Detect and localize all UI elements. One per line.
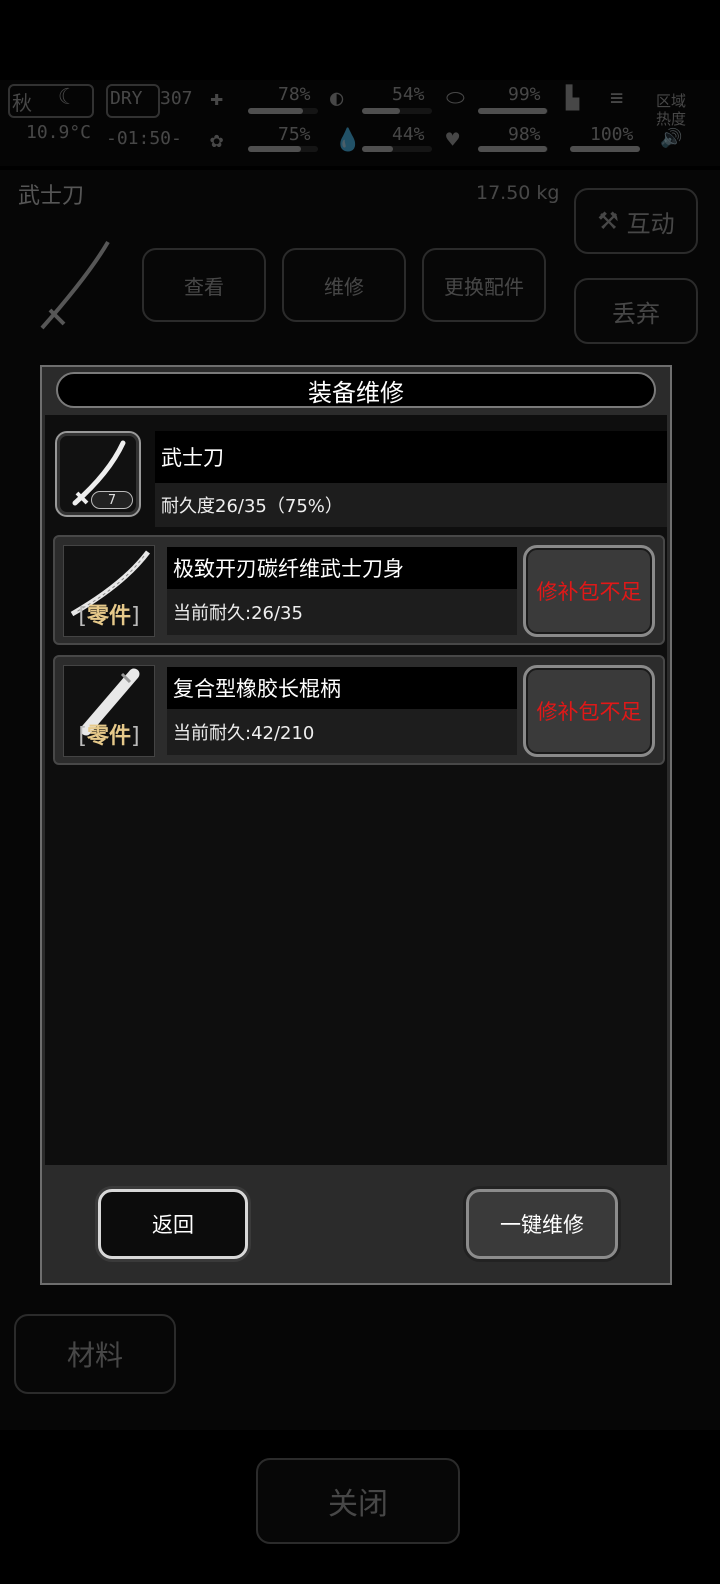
water-icon: 💧 <box>334 128 362 153</box>
bg-material-tab: 材料 <box>14 1314 176 1394</box>
stat-stamina: 100% <box>590 124 634 145</box>
repair-part-button[interactable]: 修补包不足 <box>523 545 655 637</box>
part-name: 复合型橡胶长棍柄 <box>167 667 517 709</box>
status-bar <box>0 0 720 80</box>
brain-icon: ✿ <box>210 128 224 153</box>
stat-thirst: 44% <box>392 124 425 145</box>
stat-heart: 98% <box>508 124 541 145</box>
bg-item-weight: 17.50 kg <box>476 182 560 204</box>
bg-repair-button: 维修 <box>282 248 406 322</box>
bg-close-button: 关闭 <box>256 1458 460 1544</box>
repair-dialog: 装备维修 7 武士刀 耐久度26/35（75%） [零件] 极致开刃碳纤维武士刀… <box>40 365 672 1285</box>
heart-icon: ♥ <box>446 128 460 153</box>
moon-icon: ☾ <box>58 85 72 110</box>
season-label: 秋 <box>12 91 32 115</box>
stat-hunger: 54% <box>392 84 425 105</box>
bg-interact-button: ⚒ 互动 <box>574 188 698 254</box>
speaker-icon: 🔊 <box>660 128 683 149</box>
part-name: 极致开刃碳纤维武士刀身 <box>167 547 517 589</box>
item-name: 武士刀 <box>155 431 667 483</box>
bg-item-name: 武士刀 <box>18 184 85 209</box>
bg-close-wrap: 关闭 <box>256 1458 460 1544</box>
zone-heat-label: 区域热度 <box>656 92 687 128</box>
part-tag: 零件 <box>86 724 131 749</box>
repair-part-button[interactable]: 修补包不足 <box>523 665 655 757</box>
stomach-icon: ⬭ <box>446 86 465 111</box>
hunger-icon: ◐ <box>330 86 344 111</box>
clock: -01:50- <box>106 128 182 149</box>
weather-label: DRY <box>110 88 143 109</box>
weather-number: 307 <box>160 88 193 109</box>
katana-icon <box>40 240 110 330</box>
medkit-icon: ✚ <box>210 86 224 111</box>
repair-all-button[interactable]: 一键维修 <box>466 1189 618 1259</box>
part-durability: 当前耐久:26/35 <box>167 589 517 635</box>
flag-icon: ≡ <box>610 86 624 111</box>
stat-health: 78% <box>278 84 311 105</box>
back-button[interactable]: 返回 <box>98 1189 248 1259</box>
dialog-title: 装备维修 <box>56 372 656 408</box>
item-durability: 耐久度26/35（75%） <box>155 483 667 527</box>
hud-panel: 秋 ☾ 10.9°C DRY 307 -01:50- ✚ 78% ◐ 54% ⬭… <box>0 80 720 166</box>
bg-view-button: 查看 <box>142 248 266 322</box>
part-row: [零件] 复合型橡胶长棍柄 当前耐久:42/210 修补包不足 <box>53 655 665 765</box>
bg-swap-parts-button: 更换配件 <box>422 248 546 322</box>
stat-mind: 75% <box>278 124 311 145</box>
part-tag: 零件 <box>86 604 131 629</box>
boot-icon: ▙ <box>566 86 580 111</box>
part-icon-box: [零件] <box>63 545 155 637</box>
item-icon-box: 7 <box>55 431 141 517</box>
bg-discard-button: 丢弃 <box>574 278 698 344</box>
item-header: 7 武士刀 耐久度26/35（75%） <box>53 423 667 527</box>
hammer-icon: ⚒ <box>597 207 627 235</box>
stat-stomach: 99% <box>508 84 541 105</box>
temperature: 10.9°C <box>26 122 92 143</box>
part-durability: 当前耐久:42/210 <box>167 709 517 755</box>
part-icon-box: [零件] <box>63 665 155 757</box>
item-level-badge: 7 <box>91 491 133 509</box>
part-row: [零件] 极致开刃碳纤维武士刀身 当前耐久:26/35 修补包不足 <box>53 535 665 645</box>
dialog-content: 7 武士刀 耐久度26/35（75%） [零件] 极致开刃碳纤维武士刀身 当前耐… <box>45 415 667 1165</box>
